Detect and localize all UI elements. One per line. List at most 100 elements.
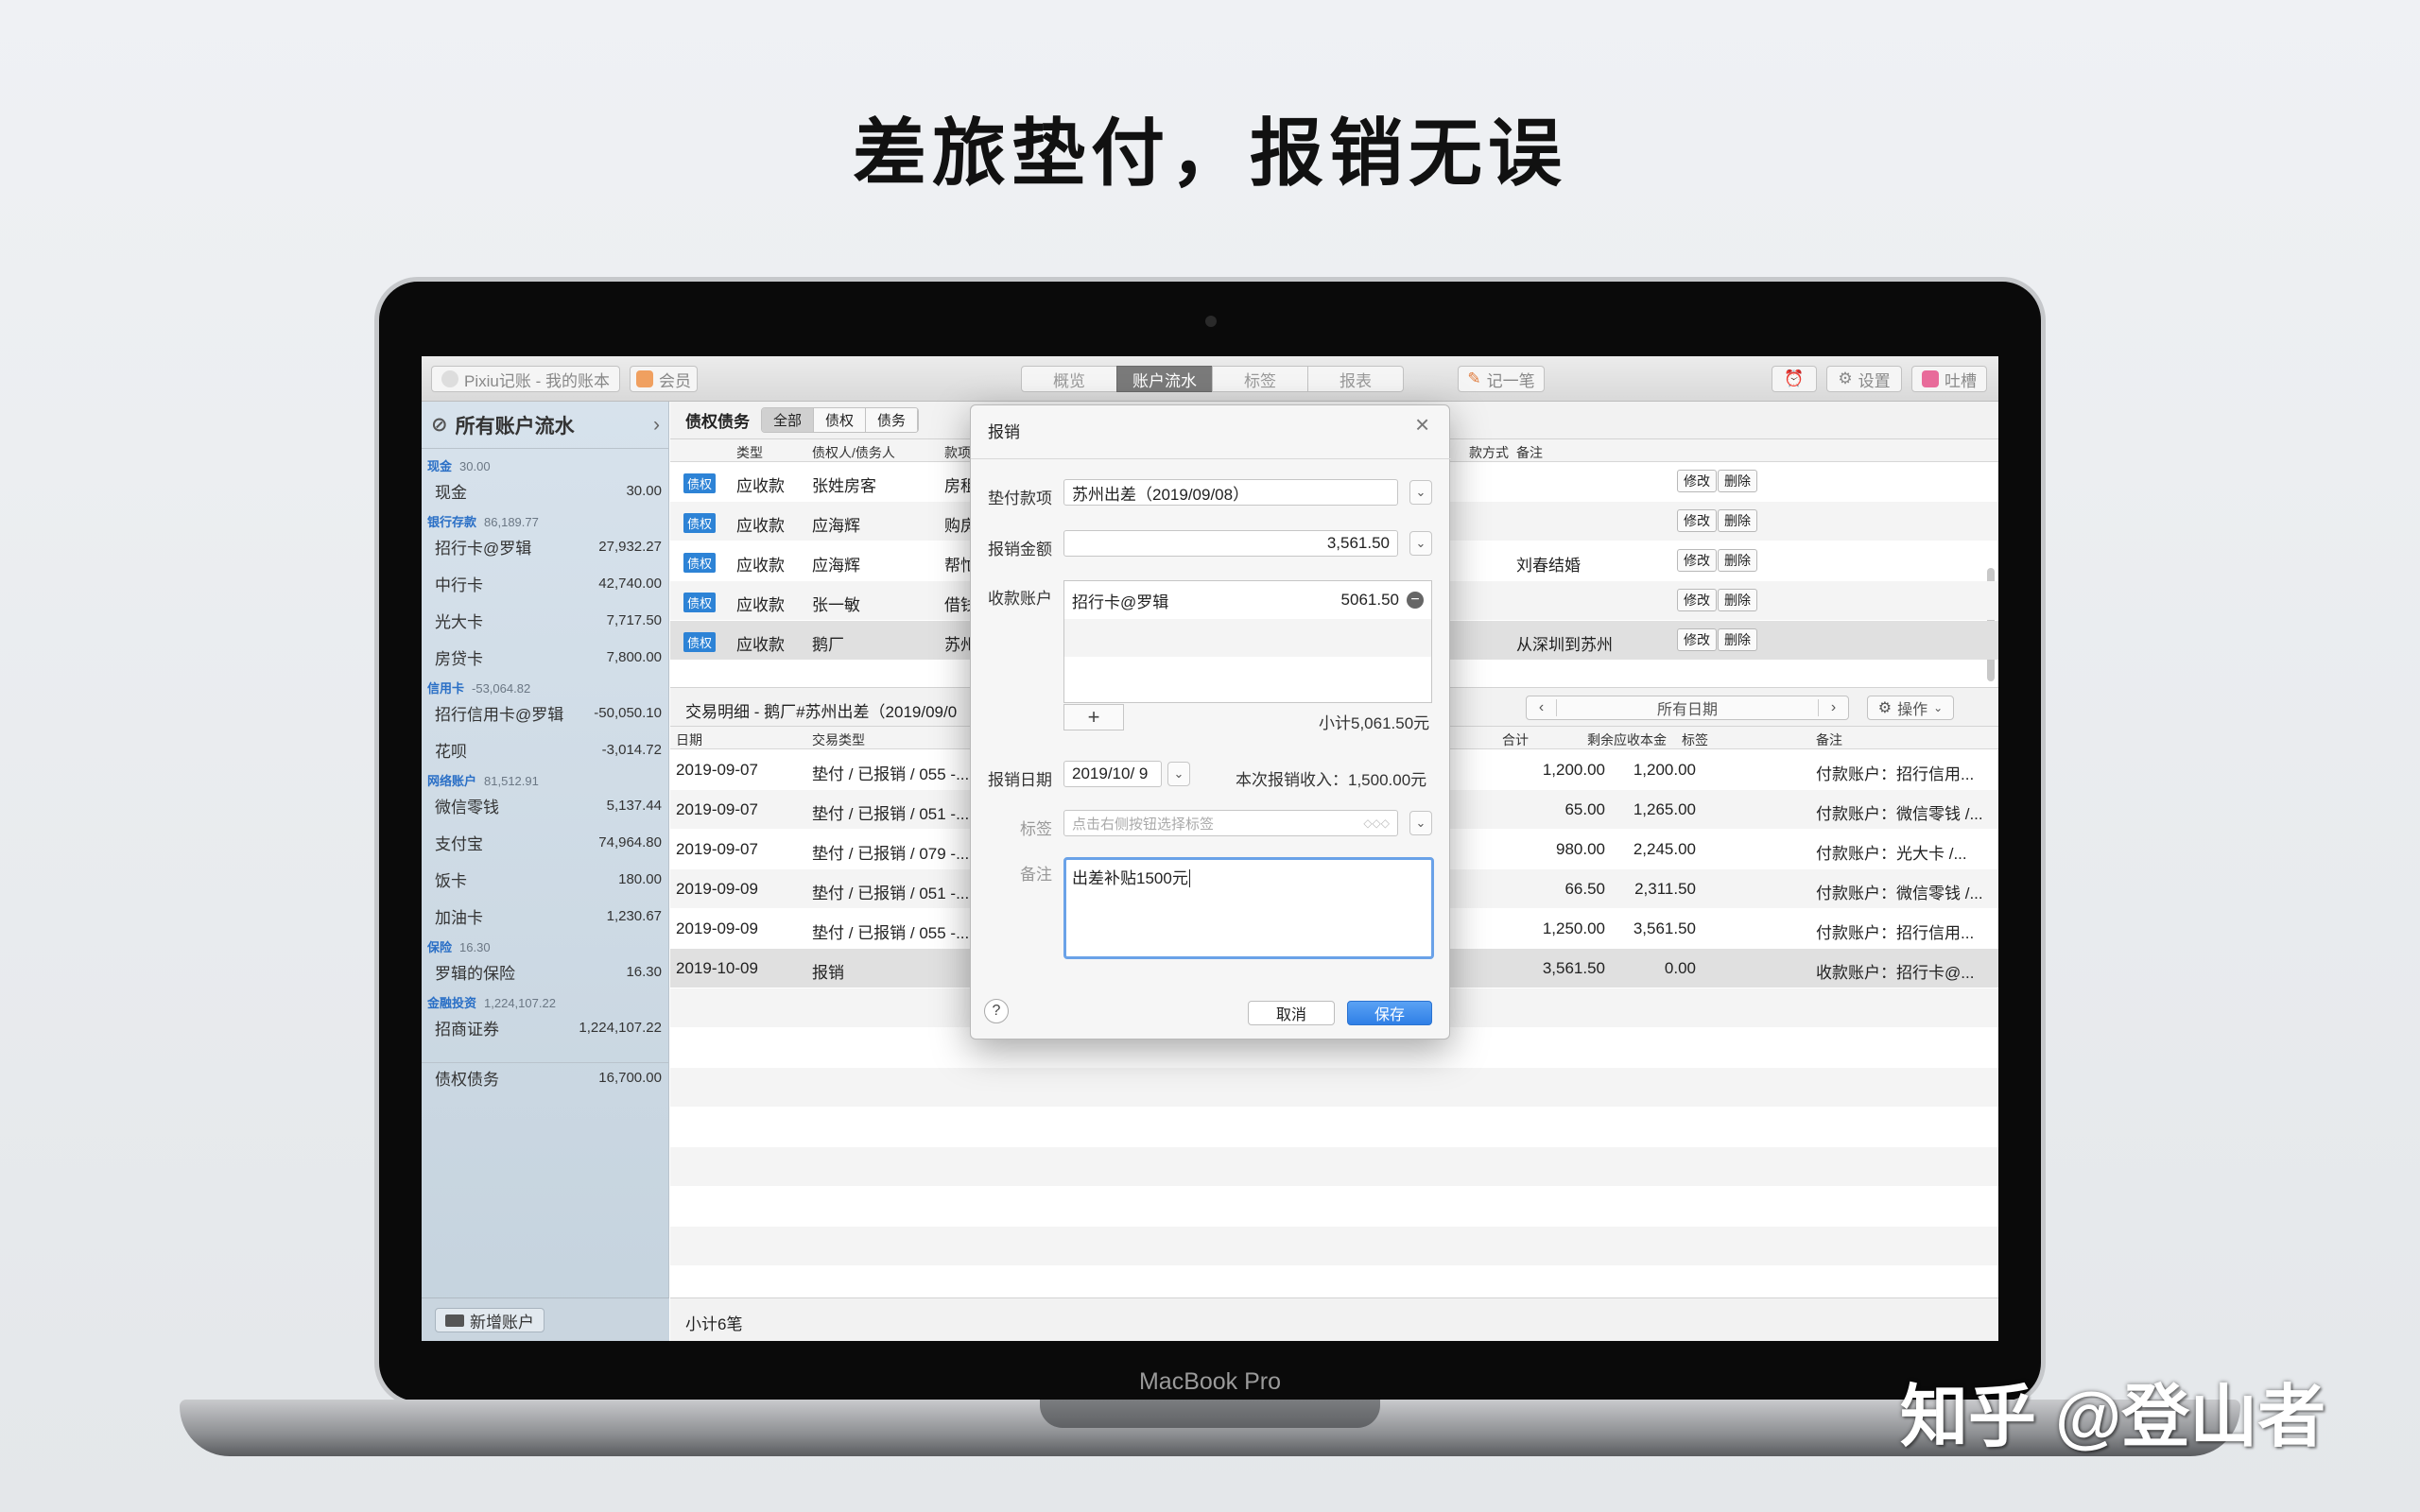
edit-button[interactable]: 修改 bbox=[1677, 549, 1717, 572]
group-amount: -53,064.82 bbox=[472, 681, 531, 696]
transaction-remaining: 3,561.50 bbox=[1633, 919, 1696, 937]
tab-tags[interactable]: 标签 bbox=[1212, 366, 1308, 392]
filter-credit[interactable]: 债权 bbox=[814, 408, 867, 432]
cancel-button[interactable]: 取消 bbox=[1248, 1001, 1335, 1025]
account-item[interactable]: 加油卡 1,230.67 bbox=[422, 901, 669, 931]
advance-dropdown[interactable]: ⌄ bbox=[1409, 480, 1432, 505]
delete-button[interactable]: 删除 bbox=[1718, 628, 1757, 651]
remove-icon[interactable]: − bbox=[1407, 592, 1424, 609]
help-button[interactable]: ? bbox=[984, 999, 1009, 1023]
tag-input[interactable]: 点击右侧按钮选择标签 ◇◇◇ bbox=[1063, 810, 1398, 836]
next-period-button[interactable]: › bbox=[1818, 699, 1848, 716]
delete-label: 删除 bbox=[1724, 513, 1751, 528]
filter-all[interactable]: 全部 bbox=[762, 408, 815, 432]
edit-label: 修改 bbox=[1684, 553, 1710, 568]
account-item[interactable]: 招行卡@罗辑 27,932.27 bbox=[422, 531, 669, 561]
action-menu-button[interactable]: ⚙ 操作 ⌄ bbox=[1867, 696, 1954, 720]
group-name: 信用卡 bbox=[427, 681, 465, 696]
tab-account-flow[interactable]: 账户流水 bbox=[1116, 366, 1213, 392]
tab-overview[interactable]: 概览 bbox=[1021, 366, 1117, 392]
dialog-divider bbox=[971, 458, 1451, 459]
alarm-clock-icon: ⏰ bbox=[1784, 369, 1805, 387]
account-name: 支付宝 bbox=[435, 834, 483, 853]
edit-button[interactable]: 修改 bbox=[1677, 628, 1717, 651]
save-button[interactable]: 保存 bbox=[1347, 1001, 1432, 1025]
add-account-row-button[interactable]: + bbox=[1063, 704, 1124, 730]
account-name: 光大卡 bbox=[435, 612, 483, 631]
transaction-date: 2019-09-09 bbox=[676, 919, 758, 937]
account-item[interactable]: 房贷卡 7,800.00 bbox=[422, 642, 669, 672]
advance-label: 垫付款项 bbox=[988, 490, 1052, 507]
account-item[interactable]: 中行卡 42,740.00 bbox=[422, 568, 669, 598]
delete-button[interactable]: 删除 bbox=[1718, 549, 1757, 572]
account-group-header[interactable]: 金融投资 1,224,107.22 bbox=[427, 993, 556, 1011]
feedback-button[interactable]: 吐槽 bbox=[1911, 366, 1987, 392]
account-item[interactable]: 罗辑的保险 16.30 bbox=[422, 956, 669, 987]
date-picker-button[interactable]: ⌄ bbox=[1167, 762, 1190, 786]
transaction-remark: 付款账户：招行信用... bbox=[1816, 924, 1975, 942]
account-group-header[interactable]: 信用卡 -53,064.82 bbox=[427, 679, 530, 696]
credit-badge: 债权 bbox=[683, 473, 717, 493]
account-item[interactable]: 现金 30.00 bbox=[422, 475, 669, 506]
account-item[interactable]: 微信零钱 5,137.44 bbox=[422, 790, 669, 820]
transaction-date: 2019-09-09 bbox=[676, 880, 758, 898]
prev-period-button[interactable]: ‹ bbox=[1527, 699, 1557, 716]
account-amount: 5061.50 bbox=[1340, 591, 1399, 609]
tab-reports[interactable]: 报表 bbox=[1307, 366, 1404, 392]
account-item-debt[interactable]: 债权债务 16,700.00 bbox=[422, 1062, 669, 1092]
delete-button[interactable]: 删除 bbox=[1718, 470, 1757, 492]
group-amount: 1,224,107.22 bbox=[484, 996, 556, 1010]
account-balance: 180.00 bbox=[618, 870, 662, 887]
account-item[interactable]: 支付宝 74,964.80 bbox=[422, 827, 669, 857]
add-account-button[interactable]: 新增账户 bbox=[435, 1308, 544, 1332]
edit-button[interactable]: 修改 bbox=[1677, 470, 1717, 492]
memo-textarea[interactable]: 出差补贴1500元 bbox=[1063, 857, 1434, 959]
amount-dropdown[interactable]: ⌄ bbox=[1409, 531, 1432, 556]
advance-select[interactable]: 苏州出差（2019/09/08） bbox=[1063, 479, 1398, 506]
col-type: 类型 bbox=[736, 445, 763, 460]
account-group-header[interactable]: 现金 30.00 bbox=[427, 456, 491, 474]
transaction-date: 2019-09-07 bbox=[676, 761, 758, 779]
col-pay-method: 款方式 bbox=[1469, 445, 1509, 460]
delete-button[interactable]: 删除 bbox=[1718, 509, 1757, 532]
member-button[interactable]: 会员 bbox=[630, 366, 698, 392]
edit-button[interactable]: 修改 bbox=[1677, 509, 1717, 532]
tag-dropdown[interactable]: ⌄ bbox=[1409, 811, 1432, 835]
receive-account-row[interactable]: 招行卡@罗辑 5061.50 − bbox=[1064, 581, 1431, 619]
amount-input[interactable]: 3,561.50 bbox=[1063, 530, 1398, 557]
app-title-button[interactable]: Pixiu记账 - 我的账本 bbox=[431, 366, 620, 392]
date-input[interactable]: 2019/10/ 9 bbox=[1063, 761, 1162, 787]
all-accounts-header[interactable]: ⊘ 所有账户流水 › bbox=[422, 402, 669, 449]
account-item[interactable]: 饭卡 180.00 bbox=[422, 864, 669, 894]
edit-label: 修改 bbox=[1684, 513, 1710, 528]
account-group-header[interactable]: 保险 16.30 bbox=[427, 937, 491, 955]
close-icon[interactable]: × bbox=[1415, 411, 1429, 438]
account-balance: 42,740.00 bbox=[598, 575, 662, 592]
account-group-header[interactable]: 网络账户 81,512.91 bbox=[427, 771, 539, 789]
empty-account-row bbox=[1064, 619, 1431, 657]
account-item[interactable]: 光大卡 7,717.50 bbox=[422, 605, 669, 635]
account-group-header[interactable]: 银行存款 86,189.77 bbox=[427, 512, 539, 530]
plus-icon: + bbox=[1087, 705, 1100, 729]
account-item[interactable]: 花呗 -3,014.72 bbox=[422, 734, 669, 765]
reminder-button[interactable]: ⏰ bbox=[1772, 366, 1817, 392]
delete-button[interactable]: 删除 bbox=[1718, 589, 1757, 611]
record-button[interactable]: ✎ 记一笔 bbox=[1458, 366, 1545, 392]
account-item[interactable]: 招行信用卡@罗辑 -50,050.10 bbox=[422, 697, 669, 728]
record-label: 记一笔 bbox=[1486, 371, 1535, 390]
col-remark: 备注 bbox=[1816, 732, 1842, 747]
account-name: 饭卡 bbox=[435, 871, 467, 890]
tag-placeholder: 点击右侧按钮选择标签 bbox=[1072, 816, 1215, 833]
col-trans-type: 交易类型 bbox=[812, 732, 865, 747]
app-screen: Pixiu记账 - 我的账本 会员 概览 账户流水 标签 报表 ✎ 记一笔 ⏰ … bbox=[422, 356, 1998, 1341]
delete-label: 删除 bbox=[1724, 593, 1751, 608]
filter-debt[interactable]: 债务 bbox=[866, 408, 919, 432]
account-item[interactable]: 招商证券 1,224,107.22 bbox=[422, 1012, 669, 1042]
date-range-label[interactable]: 所有日期 bbox=[1557, 696, 1818, 719]
group-name: 网络账户 bbox=[427, 774, 477, 788]
settings-button[interactable]: ⚙ 设置 bbox=[1826, 366, 1902, 392]
account-balance: -3,014.72 bbox=[601, 741, 662, 758]
transaction-type: 垫付 / 已报销 / 055 -... bbox=[812, 765, 970, 783]
account-balance: 16.30 bbox=[626, 963, 662, 980]
edit-button[interactable]: 修改 bbox=[1677, 589, 1717, 611]
